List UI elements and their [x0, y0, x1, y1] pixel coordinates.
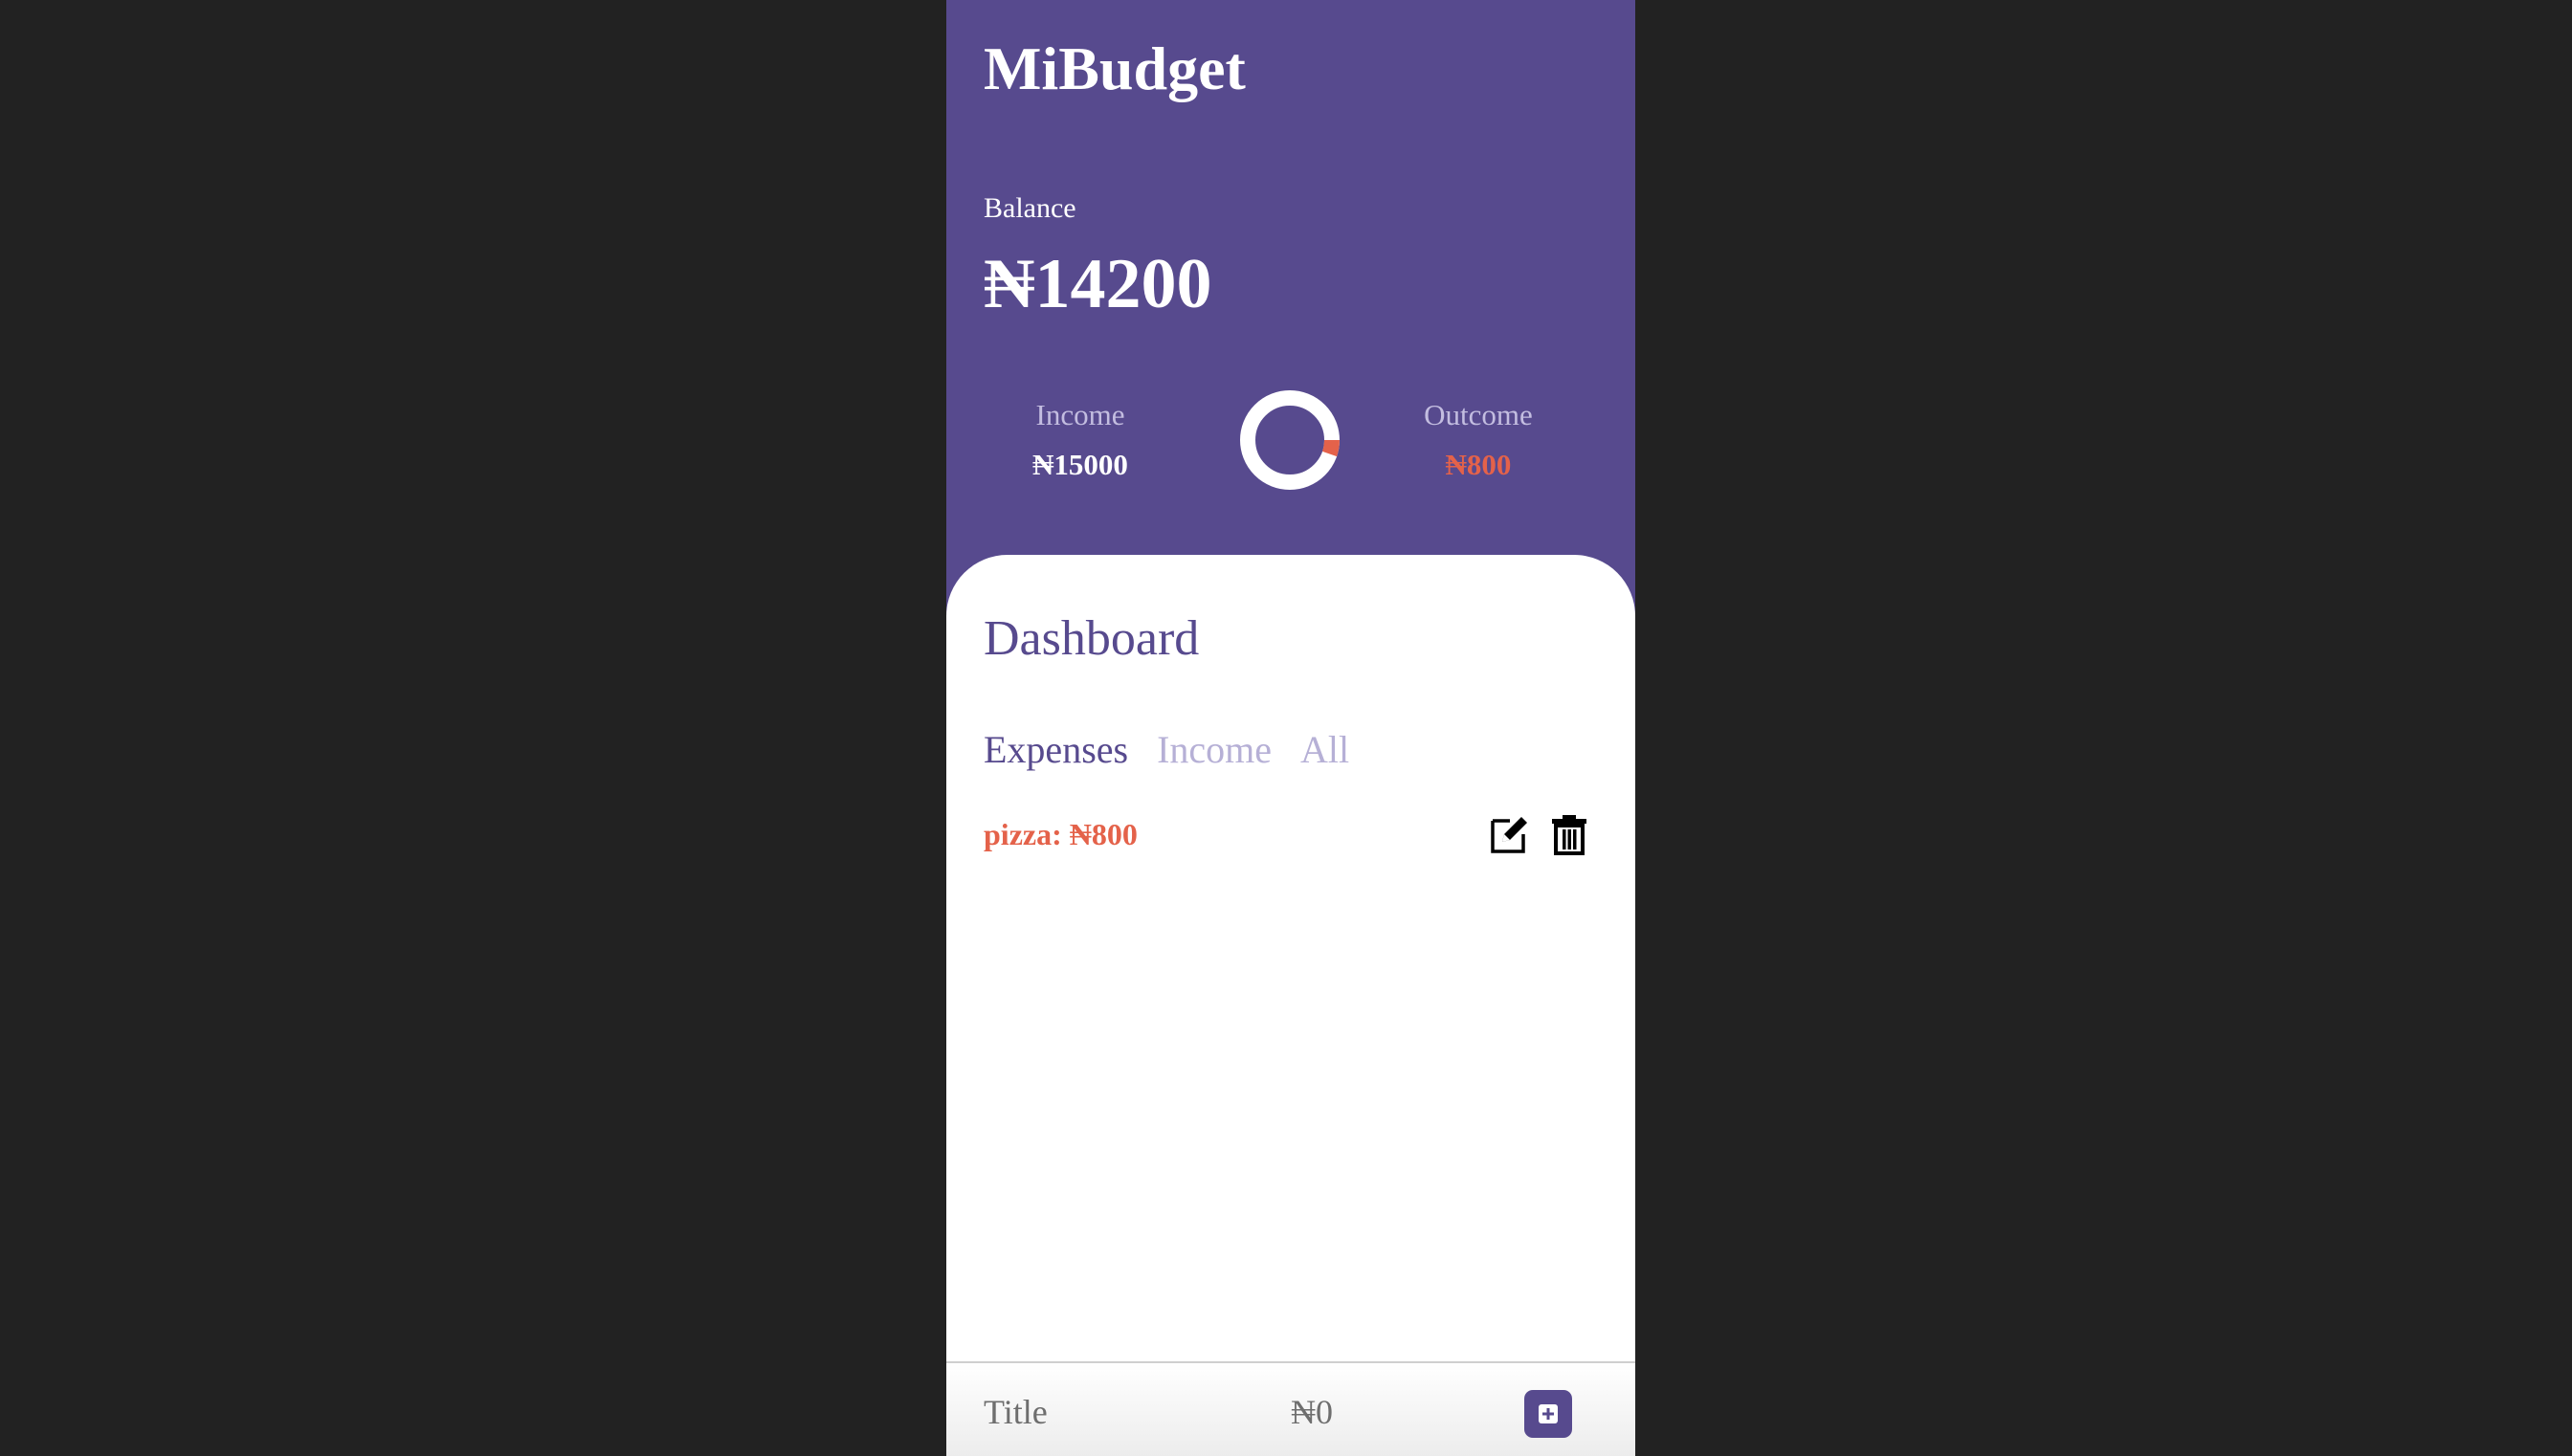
app-window: MiBudget Balance ₦14200 Income ₦15000 Ou… — [946, 0, 1635, 1456]
dashboard-card: Dashboard Expenses Income All pizza: ₦80… — [946, 555, 1635, 1456]
filter-tabs: Expenses Income All — [984, 725, 1349, 775]
outcome-label: Outcome — [1424, 398, 1533, 431]
income-label: Income — [1035, 398, 1125, 431]
balance-label: Balance — [984, 192, 1076, 224]
entry-title: pizza: — [984, 817, 1062, 851]
title-input[interactable] — [984, 1388, 1232, 1436]
balance-value: ₦14200 — [984, 245, 1212, 323]
list-item: pizza: ₦800 — [984, 807, 1586, 865]
entry-amount: ₦800 — [1069, 817, 1138, 851]
add-entry-form — [946, 1361, 1635, 1456]
plus-square-icon — [1539, 1404, 1558, 1423]
donut-income-ring — [1240, 390, 1340, 490]
income-summary: Income ₦15000 — [985, 396, 1176, 484]
header: MiBudget Balance ₦14200 Income ₦15000 Ou… — [946, 0, 1635, 593]
app-title: MiBudget — [984, 34, 1246, 102]
tab-expenses[interactable]: Expenses — [984, 725, 1128, 775]
tab-income[interactable]: Income — [1157, 725, 1272, 775]
tab-all[interactable]: All — [1300, 725, 1349, 775]
edit-icon[interactable] — [1489, 813, 1531, 855]
dashboard-title: Dashboard — [984, 611, 1200, 666]
income-value: ₦15000 — [1032, 448, 1128, 481]
outcome-value: ₦800 — [1445, 448, 1512, 481]
outcome-summary: Outcome ₦800 — [1383, 396, 1574, 484]
add-entry-button[interactable] — [1524, 1390, 1572, 1438]
trash-icon[interactable] — [1548, 813, 1590, 855]
entry-text: pizza: ₦800 — [984, 815, 1138, 853]
income-outcome-donut-chart — [1240, 390, 1340, 490]
amount-input[interactable] — [1291, 1388, 1482, 1436]
